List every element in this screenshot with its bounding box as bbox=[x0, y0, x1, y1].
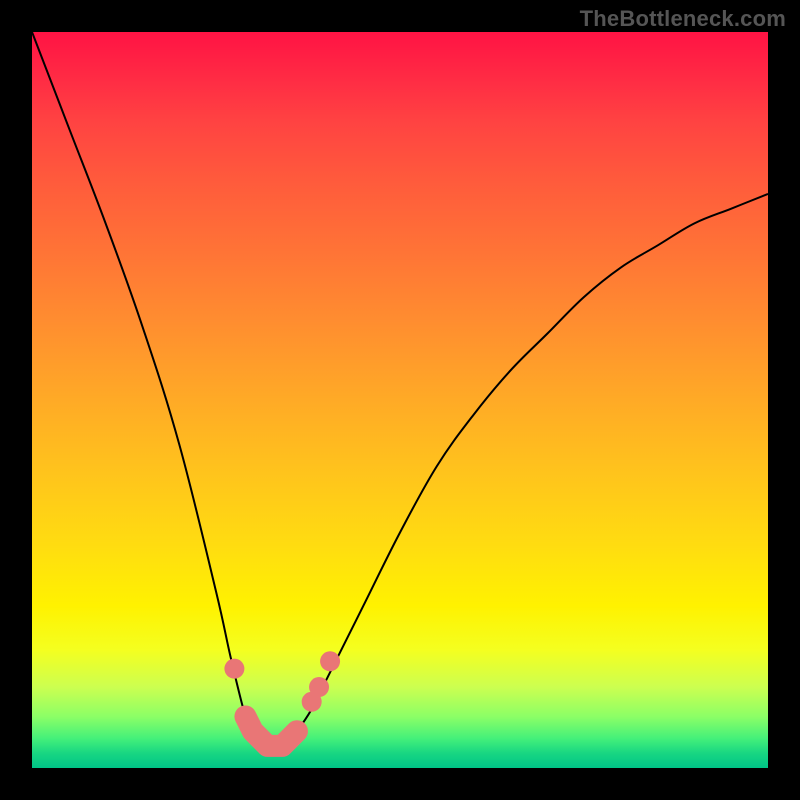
data-dot bbox=[224, 659, 244, 679]
data-dot bbox=[309, 677, 329, 697]
bottleneck-curve bbox=[32, 32, 768, 747]
outer-frame: TheBottleneck.com bbox=[0, 0, 800, 800]
plot-area bbox=[32, 32, 768, 768]
chart-svg bbox=[32, 32, 768, 768]
data-dot bbox=[320, 651, 340, 671]
watermark-text: TheBottleneck.com bbox=[580, 6, 786, 32]
highlight-segment bbox=[245, 716, 297, 745]
